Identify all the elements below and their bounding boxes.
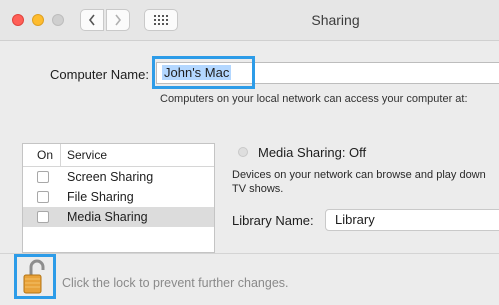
library-name-label: Library Name: (232, 213, 314, 228)
service-row-screen-sharing[interactable]: Screen Sharing (23, 167, 214, 187)
lock-hint: Click the lock to prevent further change… (62, 276, 289, 290)
media-sharing-checkbox[interactable] (37, 211, 49, 223)
title-bar: Sharing (0, 0, 499, 41)
service-row-file-sharing[interactable]: File Sharing (23, 187, 214, 207)
service-name: Media Sharing (67, 210, 148, 224)
service-row-media-sharing[interactable]: Media Sharing (23, 207, 214, 227)
service-description: Devices on your network can browse and p… (232, 168, 499, 196)
computer-name-hint: Computers on your local network can acce… (160, 93, 468, 105)
service-name: Screen Sharing (67, 170, 154, 184)
computer-name-highlight (152, 56, 255, 89)
status-indicator-icon (238, 147, 248, 157)
window-title-text: Sharing (311, 12, 360, 28)
library-name-field[interactable]: Library (325, 209, 499, 231)
service-name: File Sharing (67, 190, 134, 204)
description-line: TV shows. (232, 183, 284, 195)
service-list-header: On Service (23, 144, 214, 167)
screen-sharing-checkbox[interactable] (37, 171, 49, 183)
file-sharing-checkbox[interactable] (37, 191, 49, 203)
column-header-on[interactable]: On (23, 144, 61, 166)
description-line: Devices on your network can browse and p… (232, 169, 486, 181)
window-title: Sharing (0, 12, 499, 28)
service-list: On Service Screen Sharing File Sharing M… (22, 143, 215, 253)
computer-name-label: Computer Name: (50, 67, 149, 82)
lock-highlight (14, 254, 56, 299)
service-status: Media Sharing: Off (258, 145, 367, 160)
column-header-service[interactable]: Service (61, 148, 107, 162)
